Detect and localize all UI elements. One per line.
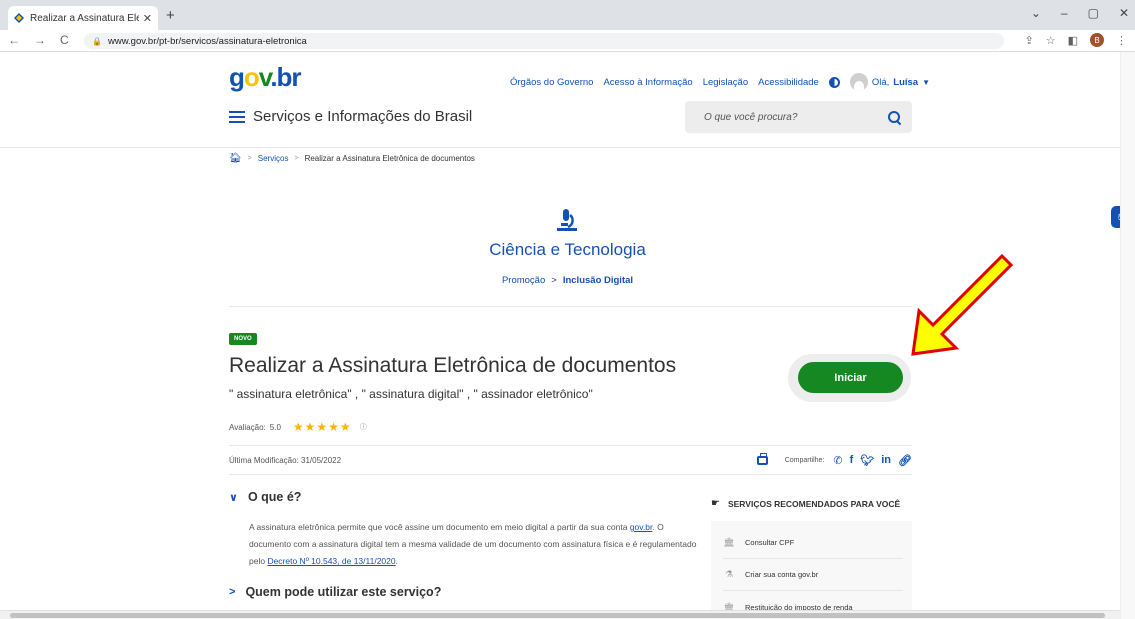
contrast-icon[interactable] <box>828 76 840 88</box>
top-links: Órgãos do Governo Acesso à Informação Le… <box>510 73 930 91</box>
header-divider <box>0 147 1120 148</box>
govbr-favicon-icon <box>14 13 24 23</box>
print-icon[interactable] <box>756 452 768 465</box>
start-button[interactable]: Iniciar <box>798 362 903 393</box>
new-tab-button[interactable]: + <box>166 7 175 24</box>
recommended-item-conta[interactable]: ⚗︎ Criar sua conta gov.br <box>723 559 903 591</box>
lock-icon: 🔒 <box>92 36 102 46</box>
breadcrumb-current: Realizar a Assinatura Eletrônica de docu… <box>304 154 475 163</box>
menu-icon <box>229 110 245 123</box>
category-current[interactable]: Inclusão Digital <box>563 275 633 286</box>
rating-stars[interactable]: ★★★★★ <box>293 420 352 434</box>
new-badge: NOVO <box>229 333 257 345</box>
govbr-link[interactable]: gov.br <box>630 522 653 532</box>
breadcrumb: 🏠︎ > Serviços > Realizar a Assinatura El… <box>229 153 475 164</box>
tab-search-icon[interactable]: ⌄ <box>1031 6 1041 20</box>
bookmark-star-icon[interactable]: ☆ <box>1046 34 1056 47</box>
minimize-button[interactable]: – <box>1061 6 1068 20</box>
address-bar[interactable]: 🔒 www.gov.br/pt-br/servicos/assinatura-e… <box>84 33 1004 49</box>
microscope-icon: ⚗︎ <box>724 569 734 579</box>
government-building-icon: 🏛︎ <box>723 537 735 547</box>
window-close-button[interactable]: ✕ <box>1119 6 1129 20</box>
page-title: Realizar a Assinatura Eletrônica de docu… <box>229 354 677 377</box>
chevron-down-icon: ∨ <box>229 491 238 504</box>
annotation-arrow-icon <box>911 253 1014 356</box>
recommended-title: SERVIÇOS RECOMENDADOS PARA VOCÊ <box>727 498 901 509</box>
link-acessibilidade[interactable]: Acessibilidade <box>758 77 819 88</box>
recommended-item-cpf[interactable]: 🏛︎ Consultar CPF <box>723 527 903 559</box>
rating-value: 5.0 <box>269 422 281 432</box>
browser-toolbar: ← → C 🔒 www.gov.br/pt-br/servicos/assina… <box>0 30 1135 52</box>
search-input[interactable]: O que você procura? <box>685 101 912 133</box>
twitter-icon[interactable]: 🐦︎ <box>860 454 874 467</box>
section-divider <box>229 306 912 307</box>
url-text: www.gov.br/pt-br/servicos/assinatura-ele… <box>107 35 307 47</box>
forward-button[interactable]: → <box>34 33 46 47</box>
whatsapp-icon[interactable]: ✆ <box>833 454 842 467</box>
browser-tabbar: Realizar a Assinatura Eletrônica c ✕ + ⌄… <box>0 0 1135 30</box>
share-label: Compartilhe: <box>784 456 825 464</box>
search-icon[interactable] <box>888 111 900 123</box>
window-controls: ⌄ – ▢ ✕ <box>1031 6 1129 20</box>
share-page-icon[interactable]: ⇪ <box>1025 34 1034 47</box>
reload-button[interactable]: C <box>60 33 69 47</box>
link-legislacao[interactable]: Legislação <box>703 77 748 88</box>
user-menu[interactable]: Olá, Luísa ▼ <box>849 73 931 91</box>
main-menu-toggle[interactable]: Serviços e Informações do Brasil <box>229 108 472 125</box>
decree-link[interactable]: Decreto Nº 10.543, de 13/11/2020 <box>267 556 395 566</box>
site-title: Serviços e Informações do Brasil <box>253 108 473 125</box>
modification-row: Última Modificação: 31/05/2022 Compartil… <box>229 445 912 475</box>
service-tags: " assinatura eletrônica" , " assinatura … <box>229 387 593 401</box>
chevron-right-icon: > <box>229 586 236 598</box>
user-name: Luísa <box>893 76 919 88</box>
user-avatar-icon <box>849 73 868 91</box>
browser-tab-title: Realizar a Assinatura Eletrônica c <box>30 12 139 24</box>
section-who-title: Quem pode utilizar este serviço? <box>245 585 442 599</box>
share-bar: Compartilhe: ✆ f 🐦︎ in 🔗︎ <box>756 452 912 467</box>
linkedin-icon[interactable]: in <box>881 454 891 466</box>
close-icon[interactable]: ✕ <box>143 12 152 25</box>
browser-menu-icon[interactable]: ⋮ <box>1116 34 1127 47</box>
side-panel-icon[interactable]: ◧ <box>1068 34 1078 47</box>
facebook-icon[interactable]: f <box>850 454 854 466</box>
link-acesso-informacao[interactable]: Acesso à Informação <box>603 77 692 88</box>
recommended-list: 🏛︎ Consultar CPF ⚗︎ Criar sua conta gov.… <box>711 521 912 619</box>
maximize-button[interactable]: ▢ <box>1088 6 1099 20</box>
horizontal-scrollbar[interactable] <box>0 610 1120 619</box>
category-link-promocao[interactable]: Promoção <box>502 275 545 286</box>
info-icon[interactable]: ⓘ <box>360 422 367 432</box>
search-placeholder: O que você procura? <box>704 111 798 123</box>
pointing-hand-icon: ☛ <box>711 498 720 509</box>
breadcrumb-servicos[interactable]: Serviços <box>258 154 289 163</box>
back-button[interactable]: ← <box>8 33 20 47</box>
chevron-down-icon: ▼ <box>922 77 931 87</box>
section-what-title: O que é? <box>247 490 302 504</box>
section-what-toggle[interactable]: ∨ O que é? <box>229 490 301 504</box>
scrollbar-thumb[interactable] <box>10 613 1105 618</box>
rating-label: Avaliação: <box>229 422 266 432</box>
microscope-icon <box>557 209 577 231</box>
vertical-scrollbar[interactable] <box>1120 52 1135 619</box>
section-who-toggle[interactable]: > Quem pode utilizar este serviço? <box>229 585 441 599</box>
link-icon[interactable]: 🔗︎ <box>898 454 912 467</box>
user-greeting: Olá, <box>871 76 890 88</box>
profile-avatar[interactable]: B <box>1090 33 1104 47</box>
recommended-header: ☛ SERVIÇOS RECOMENDADOS PARA VOCÊ <box>711 498 900 509</box>
section-what-text: A assinatura eletrônica permite que você… <box>249 522 697 566</box>
last-modified: Última Modificação: 31/05/2022 <box>229 455 342 465</box>
home-icon[interactable]: 🏠︎ <box>229 153 242 164</box>
rating: Avaliação: 5.0 ★★★★★ ⓘ <box>229 420 367 434</box>
link-orgaos[interactable]: Órgãos do Governo <box>510 77 593 88</box>
browser-tab[interactable]: Realizar a Assinatura Eletrônica c ✕ <box>8 6 158 30</box>
govbr-logo[interactable]: gov.br <box>229 62 302 93</box>
